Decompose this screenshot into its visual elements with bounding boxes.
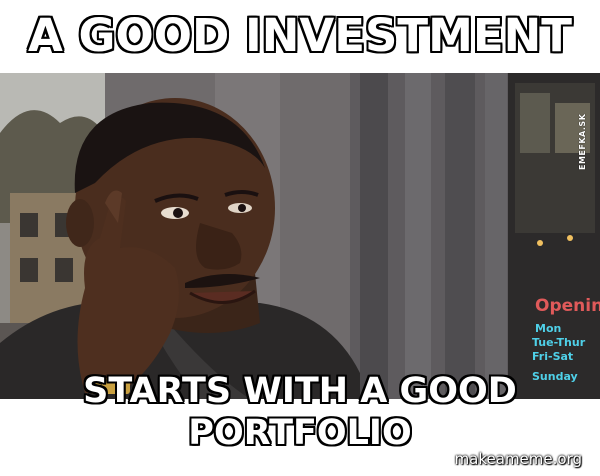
shop-sign-open: Openin [535,296,600,316]
site-watermark: makeameme.org [454,450,582,468]
top-caption-text: A GOOD INVESTMENT [28,9,572,62]
bottom-caption-line-1: STARTS WITH A GOOD [83,371,517,411]
shop-sign-line-1: Mon [535,322,562,335]
shop-sign-line-3: Fri-Sat [532,350,574,363]
meme-photo [0,73,600,399]
shop-sign-line-2: Tue-Thur [532,336,586,349]
top-caption: A GOOD INVESTMENT [0,6,600,66]
bottom-caption: STARTS WITH A GOOD PORTFOLIO [0,370,600,454]
meme-canvas: Openin Mon Tue-Thur Fri-Sat Sunday A GOO… [0,0,600,476]
vertical-watermark: EMEFKA.SK [578,113,587,170]
bottom-caption-line-2: PORTFOLIO [188,413,412,453]
photo-illustration [0,73,600,399]
